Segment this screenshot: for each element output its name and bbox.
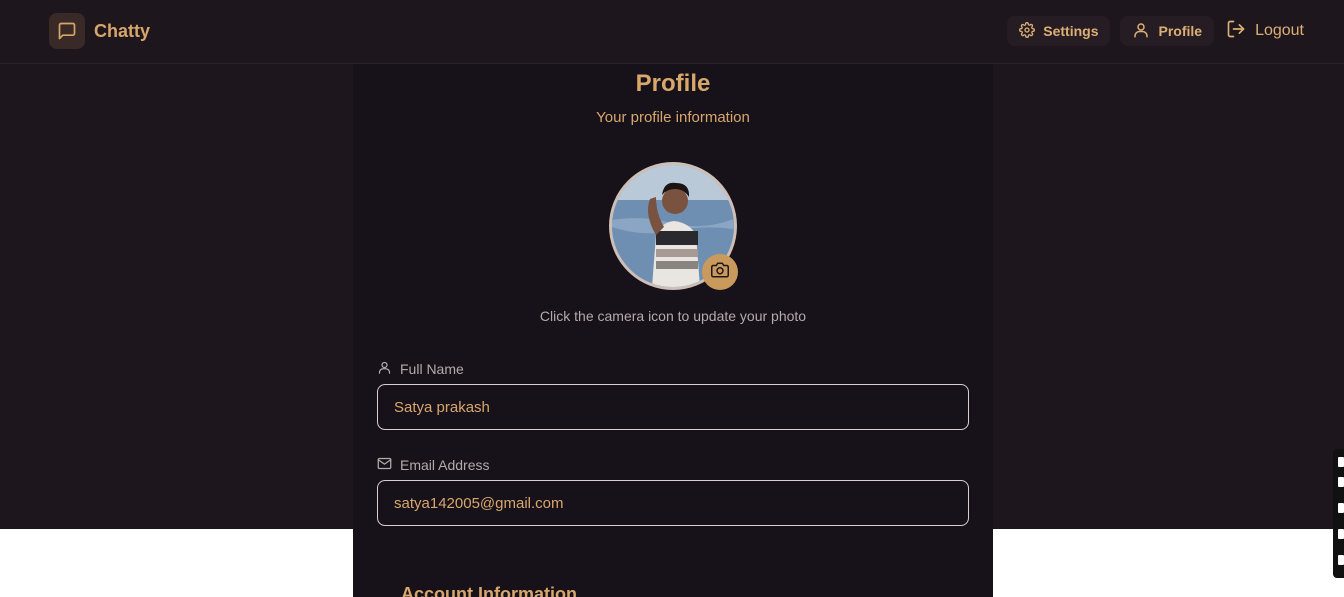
camera-upload-button[interactable] bbox=[702, 254, 738, 290]
brand-name: Chatty bbox=[94, 20, 151, 41]
page-subtitle: Your profile information bbox=[596, 109, 750, 126]
toolbar-tool-icon[interactable] bbox=[1338, 477, 1344, 487]
logout-button[interactable]: Logout bbox=[1224, 16, 1304, 46]
gear-icon bbox=[1019, 21, 1036, 41]
navbar: Chatty Settings Profile Logout bbox=[0, 0, 1344, 64]
full-name-label-text: Full Name bbox=[400, 361, 464, 377]
settings-label: Settings bbox=[1043, 23, 1099, 39]
email-value: satya142005@gmail.com bbox=[394, 494, 564, 512]
camera-icon bbox=[711, 261, 729, 284]
profile-button[interactable]: Profile bbox=[1120, 16, 1215, 46]
page-title: Profile bbox=[635, 70, 711, 97]
logout-label: Logout bbox=[1255, 22, 1304, 39]
email-label-text: Email Address bbox=[400, 457, 490, 473]
profile-label: Profile bbox=[1158, 23, 1203, 39]
message-square-icon bbox=[49, 13, 85, 49]
floating-side-toolbar[interactable] bbox=[1333, 449, 1344, 578]
toolbar-tool-icon[interactable] bbox=[1338, 555, 1344, 565]
photo-hint: Click the camera icon to update your pho… bbox=[539, 308, 807, 324]
toolbar-tool-icon[interactable] bbox=[1338, 457, 1344, 467]
profile-panel: Profile Your profile information Click t… bbox=[353, 64, 993, 597]
toolbar-tool-icon[interactable] bbox=[1338, 529, 1344, 539]
full-name-label: Full Name bbox=[377, 360, 464, 378]
user-icon bbox=[1132, 21, 1150, 42]
user-icon bbox=[377, 360, 392, 378]
mail-icon bbox=[377, 456, 392, 474]
brand-link[interactable]: Chatty bbox=[49, 13, 150, 49]
full-name-value: Satya prakash bbox=[394, 398, 490, 416]
email-label: Email Address bbox=[377, 456, 489, 474]
nav-actions: Settings Profile Logout bbox=[1007, 16, 1304, 46]
toolbar-tool-icon[interactable] bbox=[1338, 503, 1344, 513]
settings-button[interactable]: Settings bbox=[1007, 16, 1111, 46]
full-name-field[interactable]: Satya prakash bbox=[377, 384, 969, 430]
avatar-container bbox=[609, 162, 738, 290]
account-information-heading: Account Information bbox=[401, 584, 577, 597]
logout-icon bbox=[1226, 19, 1246, 44]
email-field[interactable]: satya142005@gmail.com bbox=[377, 480, 969, 526]
